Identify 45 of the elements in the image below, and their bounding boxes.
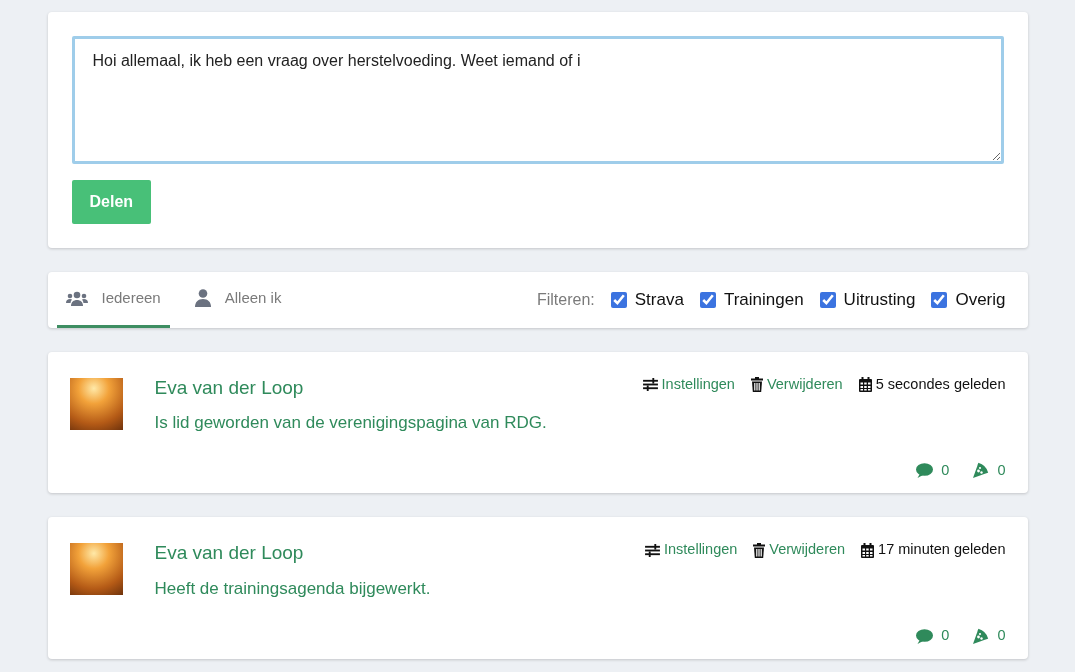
- checkbox-label: Overig: [955, 289, 1006, 311]
- comment-count: 0: [941, 626, 950, 646]
- checkbox-label: Trainingen: [723, 289, 804, 311]
- filter-checkbox[interactable]: Trainingen: [699, 287, 804, 313]
- filter-label: Filteren:: [536, 289, 595, 310]
- comment-icon: [916, 462, 934, 478]
- filter-checkbox[interactable]: Overig: [931, 287, 1006, 313]
- checkbox-label: Uitrusting: [843, 289, 916, 311]
- calendar-icon: [861, 542, 875, 558]
- filter-tab[interactable]: Alleen ik: [185, 272, 291, 328]
- sliders-icon: [642, 377, 658, 391]
- checkbox[interactable]: [699, 291, 716, 308]
- photo-placeholder: [69, 377, 123, 430]
- pizza-slice-icon: [973, 628, 990, 645]
- checkbox-label: Strava: [634, 289, 684, 311]
- author-name: Eva van der Loop: [154, 541, 304, 566]
- post-time: 17 minuten geleden: [878, 540, 1006, 560]
- settings-link[interactable]: Instellingen: [645, 539, 738, 561]
- filter-tab[interactable]: Iedereen: [56, 272, 170, 328]
- slice-count: 0: [997, 460, 1006, 480]
- checkbox[interactable]: [610, 291, 627, 308]
- comment-count: 0: [941, 460, 950, 480]
- group-icon: [65, 290, 88, 306]
- pizza-slice-icon: [973, 462, 990, 479]
- calendar-icon: [858, 376, 872, 392]
- comment-icon: [916, 628, 934, 644]
- share-button[interactable]: Delen: [71, 180, 152, 224]
- post-time: 5 secondes geleden: [875, 374, 1006, 394]
- user-icon: [194, 289, 211, 308]
- trash-icon: [750, 376, 763, 392]
- post-text: Is lid geworden van de verenigingspagina van RDG.: [154, 412, 548, 434]
- filter-checkbox[interactable]: Uitrusting: [819, 287, 916, 313]
- sliders-icon: [645, 543, 660, 557]
- trash-icon: [753, 542, 766, 558]
- checkbox[interactable]: [931, 291, 948, 308]
- delete-link[interactable]: Verwijderen: [753, 539, 846, 561]
- post-text: Heeft de trainingsagenda bijgewerkt.: [154, 577, 432, 600]
- checkbox[interactable]: [819, 291, 836, 308]
- message-field[interactable]: Hoi allemaal, ik heb een vraag over herstelvoeding. Weet iemand of i: [71, 36, 1004, 164]
- filter-checkbox[interactable]: Strava: [610, 287, 684, 313]
- settings-link[interactable]: Instellingen: [642, 373, 735, 396]
- photo-placeholder: [69, 543, 123, 596]
- delete-link[interactable]: Verwijderen: [750, 373, 843, 396]
- slice-count: 0: [997, 626, 1006, 646]
- author-name: Eva van der Loop: [154, 375, 304, 400]
